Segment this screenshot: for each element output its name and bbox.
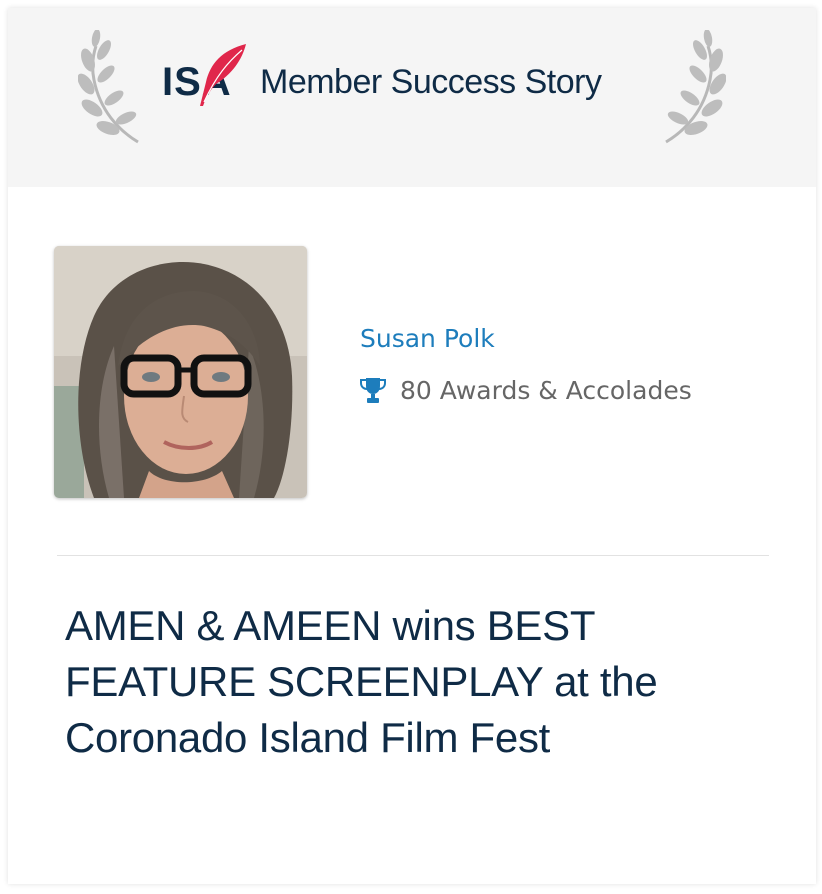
laurel-right-icon [665, 30, 726, 144]
divider [57, 555, 769, 556]
story-headline[interactable]: AMEN & AMEEN wins BEST FEATURE SCREENPLA… [65, 598, 765, 766]
trophy-icon [360, 378, 386, 403]
awards-row: 80 Awards & Accolades [360, 374, 692, 406]
header-title: Member Success Story [260, 63, 602, 101]
portrait-image [54, 246, 307, 498]
isa-logo[interactable]: ISA [162, 42, 248, 108]
member-name-link[interactable]: Susan Polk [360, 324, 495, 353]
success-story-card[interactable]: ISA Member Success Story Susan Polk 80 A… [8, 8, 816, 884]
card-header: ISA Member Success Story [8, 8, 816, 187]
awards-count: 80 Awards & Accolades [400, 375, 692, 405]
laurel-left-icon [78, 30, 139, 144]
member-photo[interactable] [54, 246, 307, 498]
quill-feather-icon [200, 44, 246, 106]
